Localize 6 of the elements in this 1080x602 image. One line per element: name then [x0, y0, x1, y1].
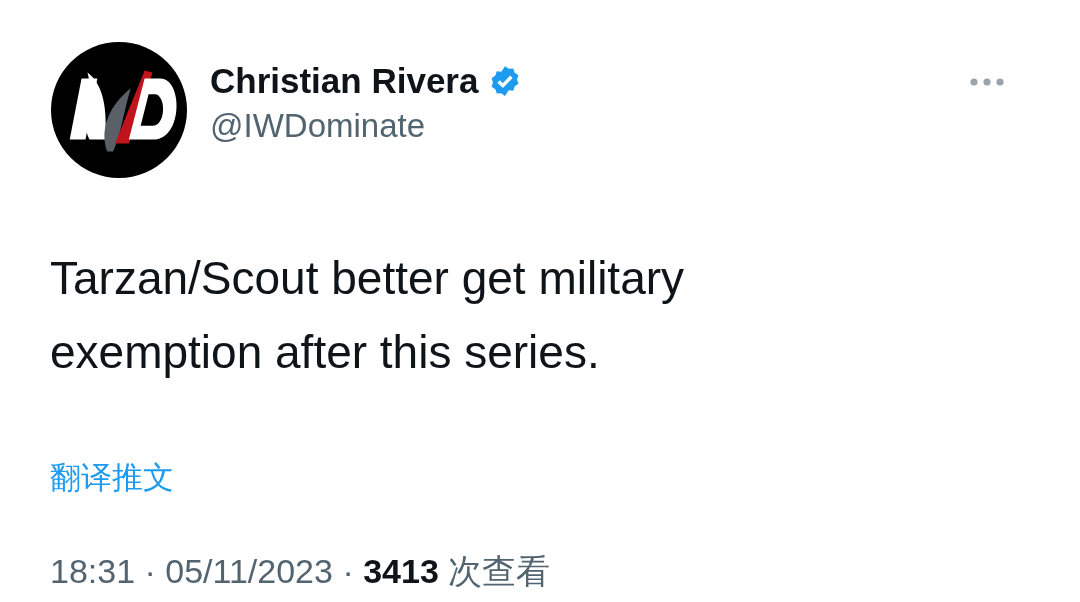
author-name[interactable]: Christian Rivera	[210, 61, 479, 101]
tweet-meta: 18:31 · 05/11/2023 · 3413 次查看	[50, 551, 551, 592]
logo-icon	[50, 41, 188, 179]
more-icon[interactable]	[969, 77, 1005, 87]
author-handle[interactable]: @IWDominate	[210, 107, 969, 145]
tweet-text: Tarzan/Scout better get military exemption after this series.	[50, 251, 686, 380]
